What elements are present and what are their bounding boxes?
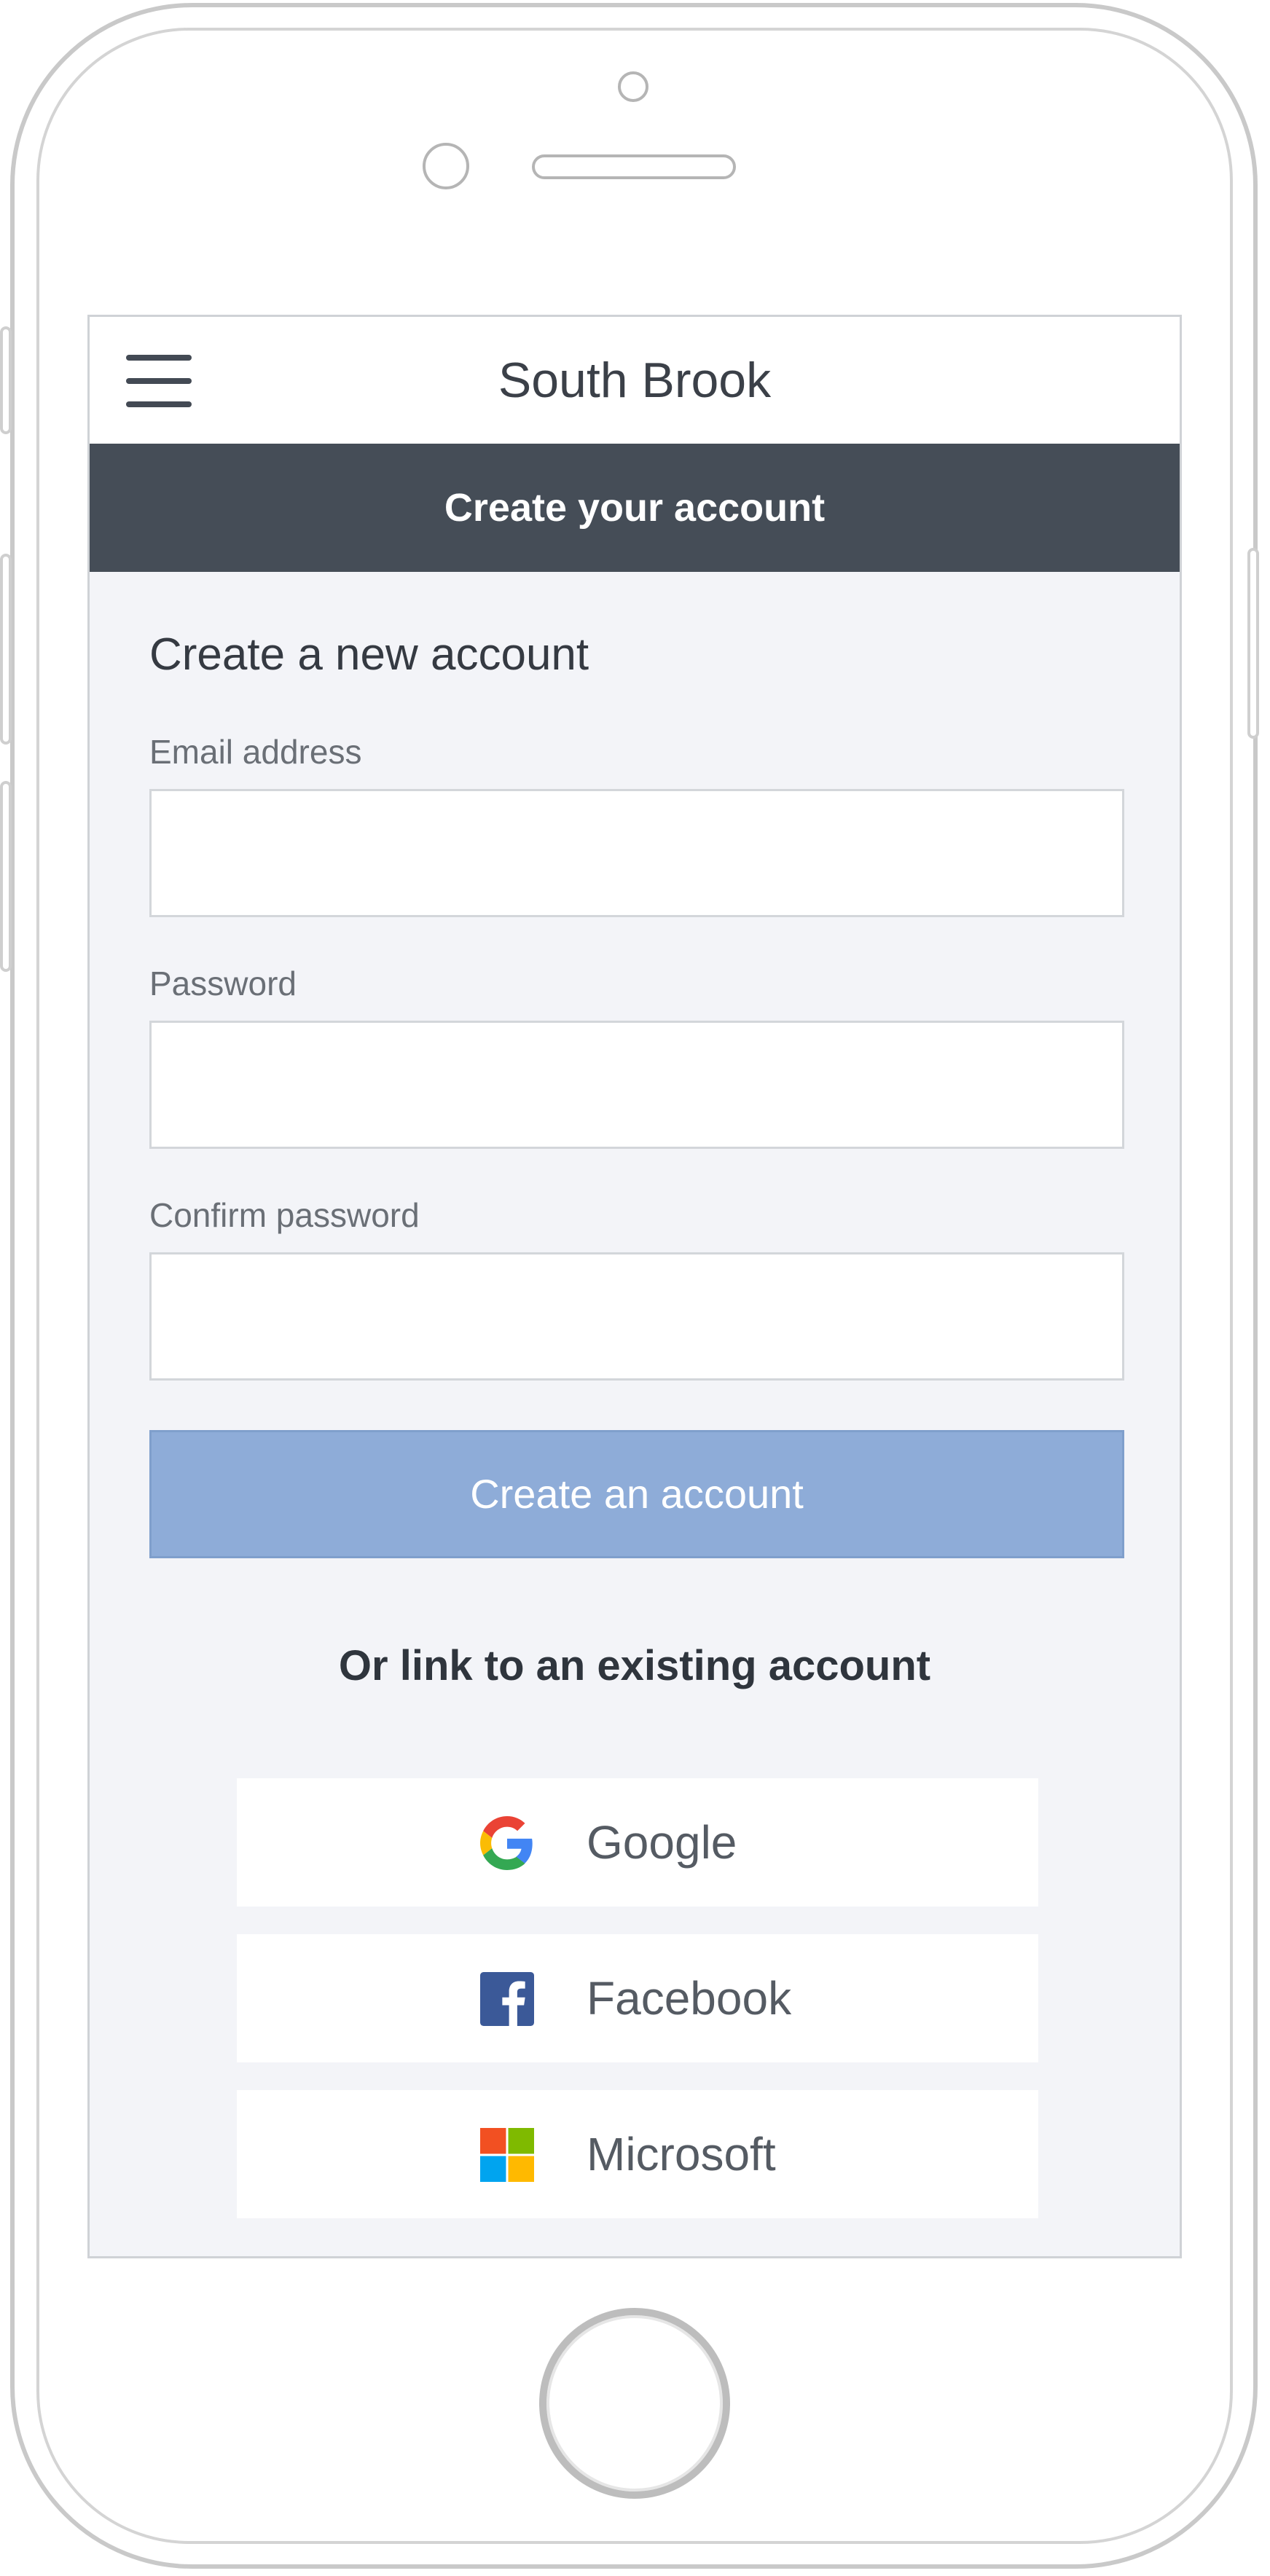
confirm-password-label: Confirm password: [149, 1196, 420, 1234]
email-label: Email address: [149, 733, 362, 771]
page-banner: Create your account: [90, 444, 1180, 572]
home-button[interactable]: [539, 2308, 730, 2499]
phone-side-button: [0, 326, 12, 434]
facebook-signin-button[interactable]: Facebook: [237, 1934, 1038, 2062]
form-heading: Create a new account: [149, 629, 589, 680]
create-account-button[interactable]: Create an account: [149, 1430, 1124, 1558]
power-button: [1247, 548, 1259, 739]
google-icon: [480, 1816, 533, 1870]
proximity-sensor: [618, 71, 648, 102]
password-label: Password: [149, 965, 297, 1002]
earpiece-speaker: [532, 154, 736, 179]
google-label: Google: [587, 1816, 737, 1869]
microsoft-signin-button[interactable]: Microsoft: [237, 2090, 1038, 2218]
volume-down-button: [0, 781, 12, 972]
microsoft-label: Microsoft: [587, 2128, 776, 2180]
app-title: South Brook: [498, 353, 772, 408]
front-camera: [423, 143, 469, 189]
microsoft-icon: [480, 2128, 534, 2182]
email-field[interactable]: [149, 789, 1124, 917]
password-field[interactable]: [149, 1021, 1124, 1149]
google-signin-button[interactable]: Google: [237, 1778, 1038, 1907]
volume-up-button: [0, 554, 12, 745]
banner-title: Create your account: [444, 486, 826, 530]
app-header: South Brook: [90, 317, 1180, 444]
facebook-label: Facebook: [587, 1972, 792, 2025]
social-heading: Or link to an existing account: [338, 1642, 931, 1689]
facebook-icon: [480, 1972, 534, 2026]
app-screen: South Brook Create your account Create a…: [87, 315, 1182, 2258]
confirm-password-field[interactable]: [149, 1252, 1124, 1381]
